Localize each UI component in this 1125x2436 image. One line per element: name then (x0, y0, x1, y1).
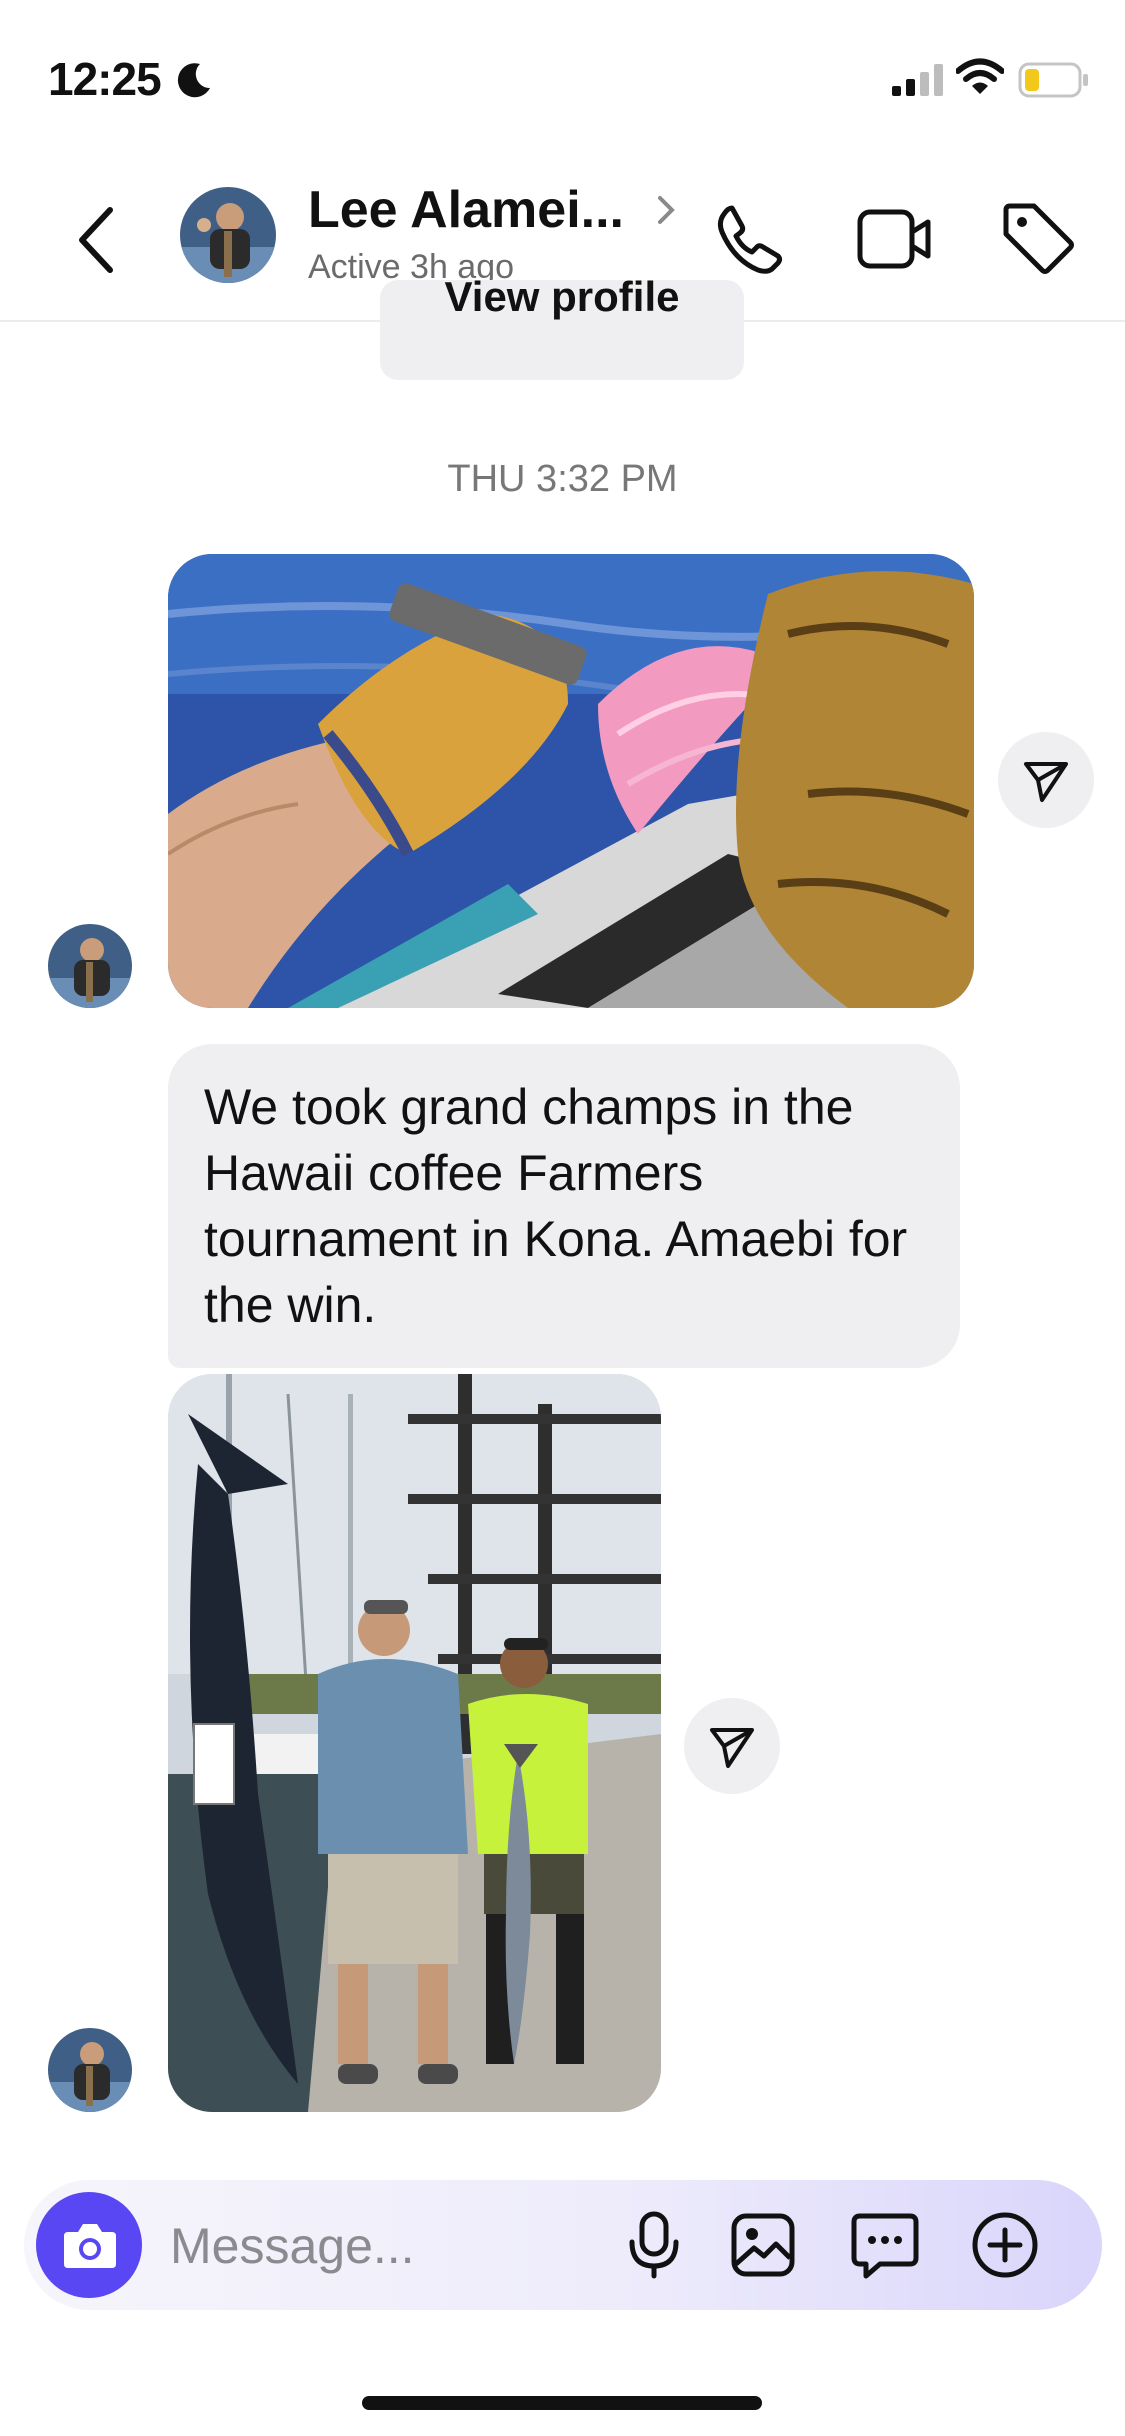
marlin-catch-photo[interactable] (168, 1374, 661, 2112)
microphone-icon[interactable] (626, 2210, 682, 2280)
view-profile-button[interactable]: View profile (380, 280, 744, 380)
message-input[interactable] (168, 2208, 612, 2284)
back-icon[interactable] (70, 202, 120, 278)
share-button[interactable] (684, 1698, 780, 1794)
chevron-right-icon[interactable] (652, 190, 680, 230)
phone-icon[interactable] (712, 202, 784, 274)
share-button[interactable] (998, 732, 1094, 828)
sender-avatar[interactable] (48, 924, 132, 1008)
message-bubble[interactable]: We took grand champs in the Hawaii coffe… (168, 1044, 960, 1368)
contact-name[interactable]: Lee Alamei... (308, 180, 624, 240)
plus-circle-icon[interactable] (970, 2210, 1040, 2280)
home-indicator (362, 2396, 762, 2410)
status-time: 12:25 (48, 53, 162, 105)
send-icon (710, 1728, 754, 1768)
tag-icon[interactable] (1000, 200, 1076, 276)
camera-icon (64, 2224, 116, 2268)
gallery-icon[interactable] (730, 2212, 796, 2278)
moon-icon (177, 63, 210, 98)
message-composer (24, 2180, 1102, 2310)
message-timestamp: THU 3:32 PM (447, 458, 678, 500)
send-icon (1024, 762, 1068, 802)
cellular-signal-icon (892, 64, 943, 96)
contact-avatar[interactable] (180, 187, 276, 283)
video-camera-icon[interactable] (856, 206, 932, 272)
battery-icon (1018, 62, 1088, 98)
fishing-lure-photo[interactable] (168, 554, 974, 1008)
sticker-icon[interactable] (850, 2210, 920, 2280)
view-profile-label: View profile (444, 280, 680, 320)
wifi-icon (956, 58, 1004, 94)
sender-avatar[interactable] (48, 2028, 132, 2112)
camera-button[interactable] (36, 2192, 142, 2298)
status-bar: 12:25 (0, 0, 1125, 150)
